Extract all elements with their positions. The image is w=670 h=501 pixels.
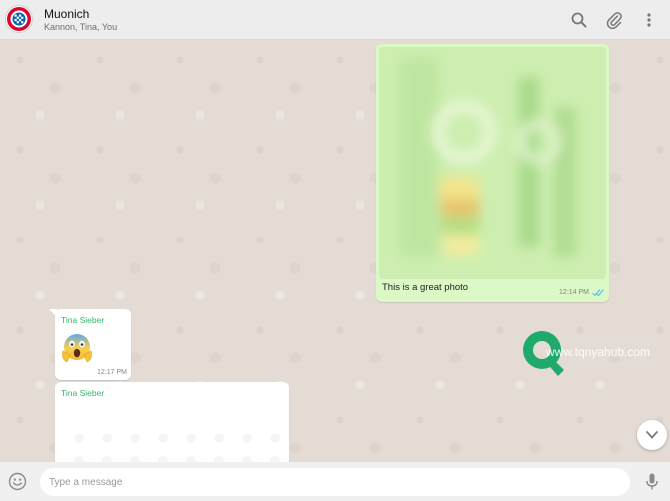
image-placeholder — [65, 427, 285, 462]
site-watermark: www.tqnyahub.com — [520, 326, 670, 386]
attach-icon[interactable] — [605, 11, 623, 29]
outgoing-image-message[interactable]: This is a great photo 12:14 PM — [376, 44, 609, 302]
blurred-photo-thumbnail — [379, 47, 606, 279]
search-icon[interactable] — [570, 11, 588, 29]
watermark-text: www.tqnyahub.com — [546, 345, 651, 359]
message-time: 12:17 PM — [97, 369, 127, 376]
chat-title[interactable]: Muonich — [44, 7, 89, 21]
shared-photo[interactable] — [379, 47, 606, 279]
read-receipt-icon — [592, 288, 604, 297]
chat-members: Kannon, Tina, You — [44, 22, 118, 32]
microphone-icon[interactable] — [643, 472, 661, 491]
emoji-icon[interactable] — [8, 472, 27, 491]
incoming-image-message[interactable]: Tina Sieber — [55, 382, 289, 462]
sender-name[interactable]: Tina Sieber — [61, 388, 104, 398]
scroll-to-bottom-button[interactable] — [637, 420, 667, 450]
message-input[interactable] — [40, 468, 630, 496]
message-list[interactable]: This is a great photo 12:14 PM Tina Sieb… — [0, 40, 670, 462]
club-crest-icon — [7, 7, 31, 31]
group-avatar[interactable] — [5, 5, 33, 33]
sender-name[interactable]: Tina Sieber — [61, 315, 104, 325]
face-screaming-in-fear-icon — [60, 331, 94, 365]
chevron-down-icon — [646, 431, 658, 439]
message-composer — [0, 462, 670, 501]
message-time: 12:14 PM — [559, 289, 589, 296]
message-caption: This is a great photo — [382, 282, 469, 293]
chat-header: Muonich Kannon, Tina, You — [0, 0, 670, 40]
incoming-emoji-message[interactable]: Tina Sieber 12:17 PM — [49, 309, 131, 380]
menu-icon[interactable] — [640, 11, 658, 29]
